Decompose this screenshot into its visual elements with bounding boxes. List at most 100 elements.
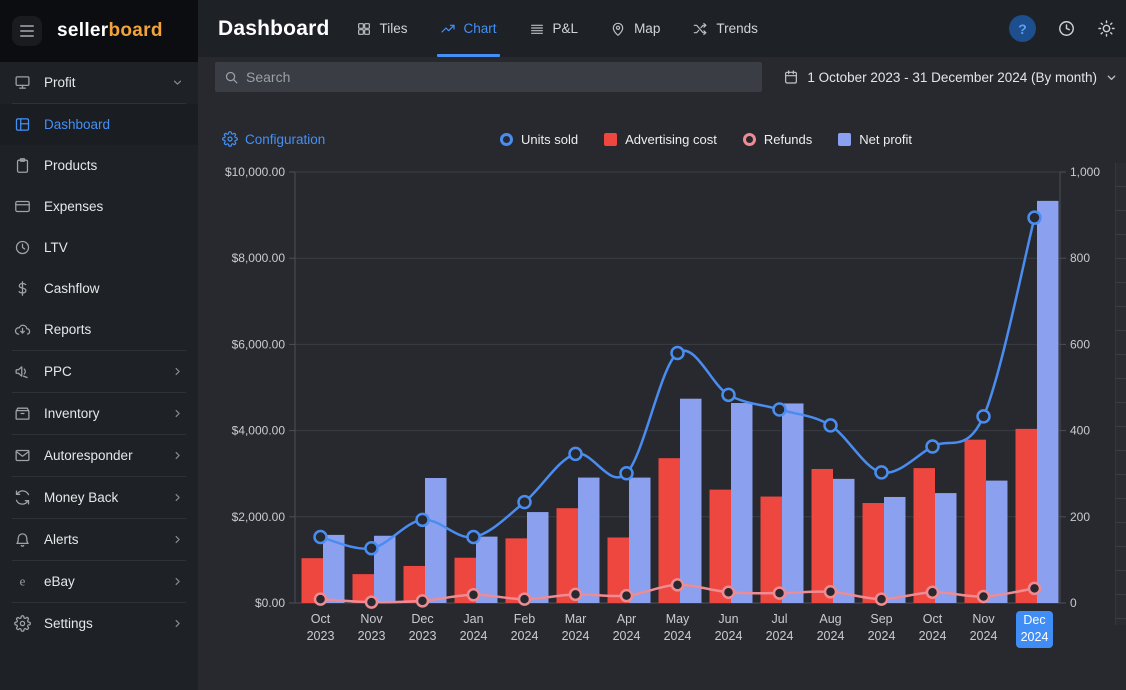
bar-net-profit[interactable] xyxy=(578,478,600,603)
sidebar-item-cashflow[interactable]: Cashflow xyxy=(0,268,198,309)
pl-icon xyxy=(529,21,545,37)
bar-advertising-cost[interactable] xyxy=(812,469,834,603)
point-units-sold[interactable] xyxy=(468,531,480,543)
ebay-icon: e xyxy=(14,573,31,590)
history-icon[interactable] xyxy=(1057,19,1076,38)
point-units-sold[interactable] xyxy=(774,403,786,415)
point-refunds[interactable] xyxy=(570,589,581,600)
bar-net-profit[interactable] xyxy=(1037,201,1059,603)
sidebar-item-label: Profit xyxy=(44,75,76,90)
y-axis-label-left: $8,000.00 xyxy=(232,251,286,265)
bar-net-profit[interactable] xyxy=(527,512,549,603)
tab-tiles[interactable]: Tiles xyxy=(356,0,408,57)
bar-net-profit[interactable] xyxy=(986,481,1008,603)
logo[interactable]: sellerboard xyxy=(57,20,163,42)
sidebar-item-ltv[interactable]: LTV xyxy=(0,227,198,268)
tab-map[interactable]: Map xyxy=(610,0,660,57)
point-refunds[interactable] xyxy=(621,590,632,601)
point-refunds[interactable] xyxy=(774,588,785,599)
dashboard-icon xyxy=(14,116,31,133)
point-refunds[interactable] xyxy=(876,594,887,605)
sidebar-item-money-back[interactable]: Money Back xyxy=(0,477,198,518)
point-refunds[interactable] xyxy=(366,597,377,608)
point-units-sold[interactable] xyxy=(927,441,939,453)
tab-label: P&L xyxy=(553,21,579,36)
sidebar-item-reports[interactable]: Reports xyxy=(0,309,198,350)
sidebar-nav: Profit Dashboard Products ExpensesLTVCashfl… xyxy=(0,62,198,644)
point-refunds[interactable] xyxy=(315,594,326,605)
tab-label: Tiles xyxy=(380,21,408,36)
point-units-sold[interactable] xyxy=(315,531,327,543)
header: Dashboard Tiles Chart P&L Map Trends ? xyxy=(198,0,1126,57)
tab-chart[interactable]: Chart xyxy=(440,0,497,57)
tab-trends[interactable]: Trends xyxy=(692,0,758,57)
help-button[interactable]: ? xyxy=(1009,15,1036,42)
sidebar-item-ppc[interactable]: PPC xyxy=(0,351,198,392)
sidebar-item-label: PPC xyxy=(44,364,72,379)
point-refunds[interactable] xyxy=(417,595,428,606)
bar-advertising-cost[interactable] xyxy=(914,468,936,603)
point-refunds[interactable] xyxy=(723,587,734,598)
y-axis-label-right: 0 xyxy=(1070,596,1077,610)
sidebar-item-label: Alerts xyxy=(44,532,79,547)
sidebar-item-autoresponder[interactable]: Autoresponder xyxy=(0,435,198,476)
point-units-sold[interactable] xyxy=(417,514,429,526)
y-axis-label-left: $2,000.00 xyxy=(232,510,286,524)
tab-label: Chart xyxy=(464,21,497,36)
chevron-right-icon xyxy=(171,491,184,504)
bar-net-profit[interactable] xyxy=(884,497,906,603)
point-units-sold[interactable] xyxy=(876,466,888,478)
bar-net-profit[interactable] xyxy=(782,403,804,603)
bar-net-profit[interactable] xyxy=(629,478,651,603)
sidebar-item-label: Inventory xyxy=(44,406,100,421)
y-axis-label-left: $4,000.00 xyxy=(232,424,286,438)
tab-bar: Tiles Chart P&L Map Trends xyxy=(356,0,758,57)
point-refunds[interactable] xyxy=(978,591,989,602)
bar-net-profit[interactable] xyxy=(680,399,702,603)
tab-pl[interactable]: P&L xyxy=(529,0,579,57)
sidebar-item-profit[interactable]: Profit xyxy=(0,62,198,103)
sidebar-item-ebay[interactable]: eeBay xyxy=(0,561,198,602)
bar-advertising-cost[interactable] xyxy=(1016,429,1038,603)
point-units-sold[interactable] xyxy=(723,389,735,401)
brightness-icon[interactable] xyxy=(1097,19,1116,38)
bar-net-profit[interactable] xyxy=(833,479,855,603)
bar-advertising-cost[interactable] xyxy=(863,503,885,603)
point-units-sold[interactable] xyxy=(672,347,684,359)
bar-net-profit[interactable] xyxy=(731,403,753,603)
sidebar-item-dashboard[interactable]: Dashboard xyxy=(0,104,198,145)
point-refunds[interactable] xyxy=(1029,583,1040,594)
point-units-sold[interactable] xyxy=(621,467,633,479)
sidebar-item-inventory[interactable]: Inventory xyxy=(0,393,198,434)
sidebar-item-alerts[interactable]: Alerts xyxy=(0,519,198,560)
sidebar-item-expenses[interactable]: Expenses xyxy=(0,186,198,227)
menu-button[interactable] xyxy=(12,16,42,46)
page-title: Dashboard xyxy=(198,17,330,41)
point-units-sold[interactable] xyxy=(978,410,990,422)
sidebar-item-settings[interactable]: Settings xyxy=(0,603,198,644)
tab-label: Map xyxy=(634,21,660,36)
point-refunds[interactable] xyxy=(825,586,836,597)
point-refunds[interactable] xyxy=(672,579,683,590)
clock-icon xyxy=(14,239,31,256)
bar-net-profit[interactable] xyxy=(935,493,957,603)
tiles-icon xyxy=(356,21,372,37)
sidebar-logo-row: sellerboard xyxy=(0,0,198,62)
point-units-sold[interactable] xyxy=(570,448,582,460)
point-units-sold[interactable] xyxy=(1029,212,1041,224)
trends-icon xyxy=(692,21,708,37)
sidebar-item-label: Products xyxy=(44,158,97,173)
bar-net-profit[interactable] xyxy=(425,478,447,603)
point-refunds[interactable] xyxy=(468,589,479,600)
point-refunds[interactable] xyxy=(519,594,530,605)
sidebar-item-products[interactable]: Products xyxy=(0,145,198,186)
tab-label: Trends xyxy=(716,21,758,36)
point-units-sold[interactable] xyxy=(825,419,837,431)
point-units-sold[interactable] xyxy=(519,496,531,508)
y-axis-label-right: 200 xyxy=(1070,510,1090,524)
point-refunds[interactable] xyxy=(927,587,938,598)
logo-part2: board xyxy=(108,20,162,41)
bar-advertising-cost[interactable] xyxy=(965,440,987,603)
point-units-sold[interactable] xyxy=(366,542,378,554)
question-mark-icon: ? xyxy=(1018,21,1027,37)
